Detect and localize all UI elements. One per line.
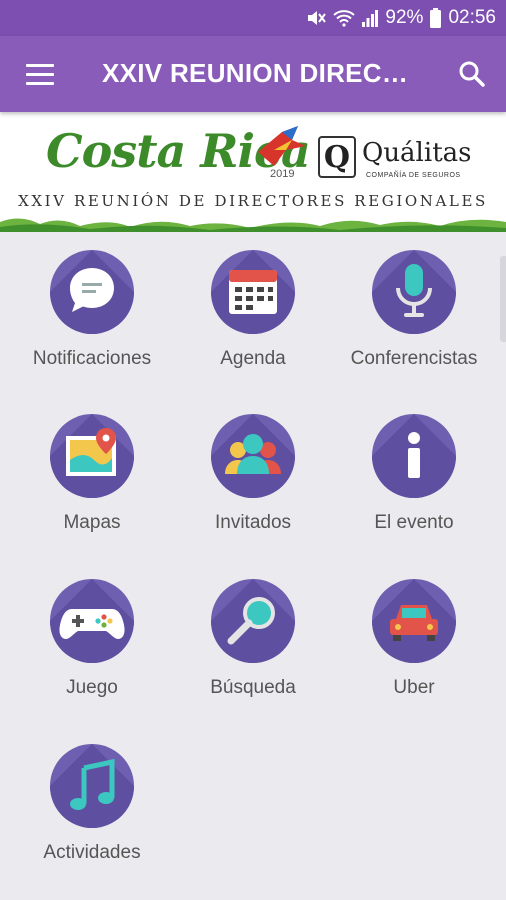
page-title: XXIV REUNION DIRECTORES REGIONALES (102, 58, 412, 88)
menu-label: Actividades (43, 842, 141, 863)
scrollbar[interactable] (500, 256, 506, 342)
music-note-icon (50, 744, 134, 828)
menu-label: Búsqueda (210, 677, 296, 698)
microphone-icon (372, 250, 456, 334)
car-icon (372, 579, 456, 663)
menu-item-mapas[interactable]: Mapas (12, 414, 172, 535)
info-icon (372, 414, 456, 498)
menu-label: Juego (66, 677, 118, 698)
signal-icon (362, 10, 379, 27)
search-icon[interactable] (458, 60, 486, 88)
menu-item-juego[interactable]: Juego (12, 579, 172, 700)
menu-label: Invitados (214, 512, 292, 533)
menu-label: Agenda (220, 348, 286, 369)
menu-item-el-evento[interactable]: El evento (334, 414, 494, 535)
magnifier-icon (211, 579, 295, 663)
menu-item-uber[interactable]: Uber (334, 579, 494, 700)
battery-percent: 92% (385, 7, 424, 28)
map-pin-icon (50, 414, 134, 498)
calendar-icon (211, 250, 295, 334)
menu-item-agenda[interactable]: Agenda (173, 250, 333, 371)
status-bar: 92% 02:56 (0, 0, 506, 36)
qualitas-logo: Q (318, 136, 356, 178)
menu-item-conferencistas[interactable]: Conferencistas (334, 250, 494, 371)
menu-label: Uber (393, 677, 435, 698)
hamburger-menu-icon[interactable] (26, 64, 54, 85)
banner-year: 2019 (270, 168, 295, 180)
menu-label: Conferencistas (350, 348, 478, 369)
partner-name: Quálitas (362, 138, 472, 168)
menu-label: Notificaciones (32, 348, 152, 369)
wifi-icon (333, 10, 356, 27)
battery-icon (430, 8, 442, 28)
partner-tagline: COMPAÑÍA DE SEGUROS (366, 172, 461, 179)
leaves-decoration (0, 218, 506, 232)
menu-item-notificaciones[interactable]: Notificaciones (12, 250, 172, 371)
banner-subtitle: XXIV REUNIÓN DE DIRECTORES REGIONALES (18, 192, 488, 210)
clock: 02:56 (448, 7, 496, 28)
people-icon (211, 414, 295, 498)
mute-icon (308, 11, 327, 25)
menu-grid: Notificaciones Agenda Conferencistas Map… (0, 232, 506, 900)
menu-label: Mapas (63, 512, 121, 533)
macaw-icon (258, 126, 306, 166)
menu-item-actividades[interactable]: Actividades (12, 744, 172, 865)
event-banner: Costa Rica 2019 Q Quálitas COMPAÑÍA DE S… (0, 112, 506, 232)
menu-item-busqueda[interactable]: Búsqueda (173, 579, 333, 700)
chat-bubble-icon (50, 250, 134, 334)
app-bar: XXIV REUNION DIRECTORES REGIONALES (0, 36, 506, 112)
gamepad-icon (50, 579, 134, 663)
menu-item-invitados[interactable]: Invitados (173, 414, 333, 535)
menu-label: El evento (374, 512, 454, 533)
